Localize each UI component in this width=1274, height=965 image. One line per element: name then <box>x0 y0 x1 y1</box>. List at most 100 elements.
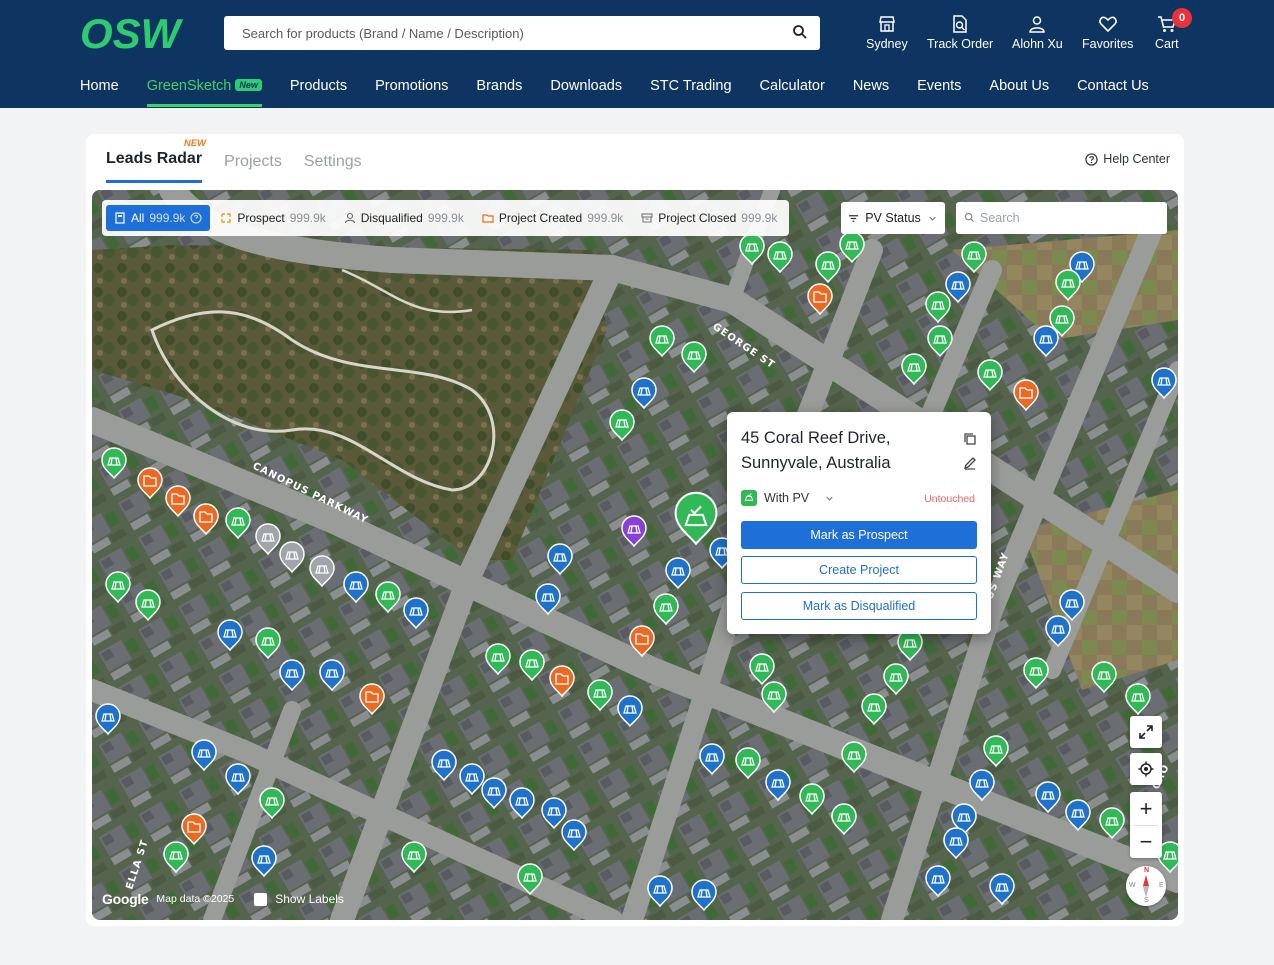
zoom-in-button[interactable]: + <box>1130 792 1162 825</box>
folder-icon <box>482 214 494 223</box>
nav-item-label: GreenSketch <box>146 78 232 94</box>
product-search[interactable] <box>224 16 820 50</box>
compass[interactable]: N S E W <box>1126 866 1166 906</box>
tab-label: Projects <box>224 153 282 170</box>
filter-prospect[interactable]: Prospect 999.9k <box>212 205 333 231</box>
store-icon <box>878 16 895 32</box>
chevron-down-icon <box>826 496 833 501</box>
compass-south: S <box>1144 897 1149 904</box>
filter-count: 999.9k <box>289 211 326 225</box>
filter-label: Project Created <box>498 211 583 225</box>
info-icon <box>190 212 202 224</box>
nav-item-contact-us[interactable]: Contact Us <box>1077 78 1149 107</box>
archive-icon <box>641 213 653 223</box>
help-icon <box>1085 152 1098 166</box>
nav-item-events[interactable]: Events <box>917 78 961 107</box>
cart-label: Cart <box>1155 37 1179 51</box>
filter-count: 999.9k <box>149 211 186 225</box>
show-labels-checkbox[interactable] <box>254 892 268 906</box>
pv-status-value: With PV <box>764 491 810 505</box>
status-filter-bar: All 999.9k Prospect 999.9k Disqualified … <box>102 200 790 236</box>
osw-logo[interactable]: OSW <box>80 14 190 52</box>
filter-label: All <box>131 211 145 225</box>
nav-item-label: Calculator <box>759 78 825 94</box>
nav-item-downloads[interactable]: Downloads <box>550 78 622 107</box>
pv-status-dropdown[interactable]: PV Status <box>841 202 945 234</box>
store-location-button[interactable]: Sydney <box>866 14 908 51</box>
filter-project-created[interactable]: Project Created 999.9k <box>474 205 631 231</box>
nav-item-promotions[interactable]: Promotions <box>375 78 448 107</box>
locate-icon <box>1138 761 1154 777</box>
copy-icon[interactable] <box>963 432 977 446</box>
mark-as-disqualified-button[interactable]: Mark as Disqualified <box>741 592 977 620</box>
product-search-input[interactable] <box>224 16 820 50</box>
my-location-button[interactable] <box>1130 753 1162 785</box>
edit-icon[interactable] <box>963 456 977 470</box>
building-icon <box>115 212 125 224</box>
nav-item-label: News <box>852 78 890 94</box>
tab-projects[interactable]: Projects <box>224 153 282 183</box>
account-label: Alohn Xu <box>1012 37 1063 51</box>
nav-item-stc-trading[interactable]: STC Trading <box>650 78 731 107</box>
help-center-link[interactable]: Help Center <box>1085 152 1170 166</box>
nav-item-greensketch[interactable]: GreenSketch New <box>146 78 262 107</box>
new-tag: NEW <box>183 138 207 149</box>
favorites-label: Favorites <box>1082 37 1134 51</box>
section-tabs: Leads Radar NEW Projects Settings <box>106 134 362 183</box>
solar-panel-icon <box>741 490 757 506</box>
google-logo: Google <box>102 891 149 907</box>
track-order-button[interactable]: Track Order <box>927 14 993 51</box>
mark-as-prospect-button[interactable]: Mark as Prospect <box>741 521 977 549</box>
map-search-input[interactable] <box>956 202 1167 234</box>
map-search[interactable] <box>956 202 1167 234</box>
nav-item-home[interactable]: Home <box>80 78 119 107</box>
pv-status-label: PV Status <box>865 211 921 225</box>
nav-item-brands[interactable]: Brands <box>476 78 522 107</box>
compass-north: N <box>1144 867 1150 874</box>
compass-west: W <box>1129 882 1136 889</box>
leads-map[interactable]: GEORGE ST CANOPUS PARKWAY US WAY ELLA ST… <box>92 190 1178 920</box>
tab-leads-radar[interactable]: Leads Radar NEW <box>106 138 206 183</box>
filter-disqualified[interactable]: Disqualified 999.9k <box>336 205 472 231</box>
help-center-label: Help Center <box>1103 152 1170 166</box>
nav-item-label: Events <box>917 78 962 94</box>
search-icon[interactable] <box>792 24 808 40</box>
filter-icon <box>849 214 859 222</box>
zoom-controls: + − <box>1130 792 1162 858</box>
chevron-down-icon <box>929 216 936 221</box>
nav-item-label: Downloads <box>550 78 623 94</box>
lead-status-badge: Untouched <box>924 493 975 505</box>
zoom-out-button[interactable]: − <box>1130 825 1162 858</box>
satellite-map[interactable]: GEORGE ST CANOPUS PARKWAY US WAY ELLA ST… <box>92 190 1178 920</box>
new-badge: New <box>235 79 262 91</box>
main-nav: Home GreenSketch New Products Promotions … <box>80 78 1149 107</box>
pv-status-select[interactable]: With PV <box>741 490 835 506</box>
create-project-button[interactable]: Create Project <box>741 556 977 584</box>
filter-count: 999.9k <box>427 211 464 225</box>
filter-project-closed[interactable]: Project Closed 999.9k <box>633 205 785 231</box>
top-header: OSW Sydney Track Order Alohn Xu Favorite… <box>0 0 1274 108</box>
nav-item-label: Contact Us <box>1077 78 1149 94</box>
tab-settings[interactable]: Settings <box>304 153 362 183</box>
nav-item-label: Home <box>80 78 119 94</box>
nav-item-products[interactable]: Products <box>290 78 347 107</box>
favorites-button[interactable]: Favorites <box>1082 14 1133 51</box>
tab-label: Settings <box>303 153 362 170</box>
nav-item-label: Brands <box>476 78 523 94</box>
nav-item-calculator[interactable]: Calculator <box>760 78 825 107</box>
nav-item-about-us[interactable]: About Us <box>989 78 1049 107</box>
nav-item-label: Products <box>289 78 348 94</box>
nav-item-label: Promotions <box>375 78 449 94</box>
account-button[interactable]: Alohn Xu <box>1012 14 1063 51</box>
user-x-icon <box>344 212 355 224</box>
address-line-2: Sunnyvale, Australia <box>741 454 891 472</box>
expand-icon <box>1139 725 1153 739</box>
show-labels-label: Show Labels <box>275 892 344 906</box>
filter-count: 999.9k <box>741 211 778 225</box>
search-icon <box>964 212 975 223</box>
store-location-label: Sydney <box>866 37 908 51</box>
filter-all[interactable]: All 999.9k <box>106 205 211 231</box>
heart-icon <box>1098 16 1117 33</box>
fullscreen-button[interactable] <box>1130 716 1162 748</box>
nav-item-news[interactable]: News <box>853 78 889 107</box>
